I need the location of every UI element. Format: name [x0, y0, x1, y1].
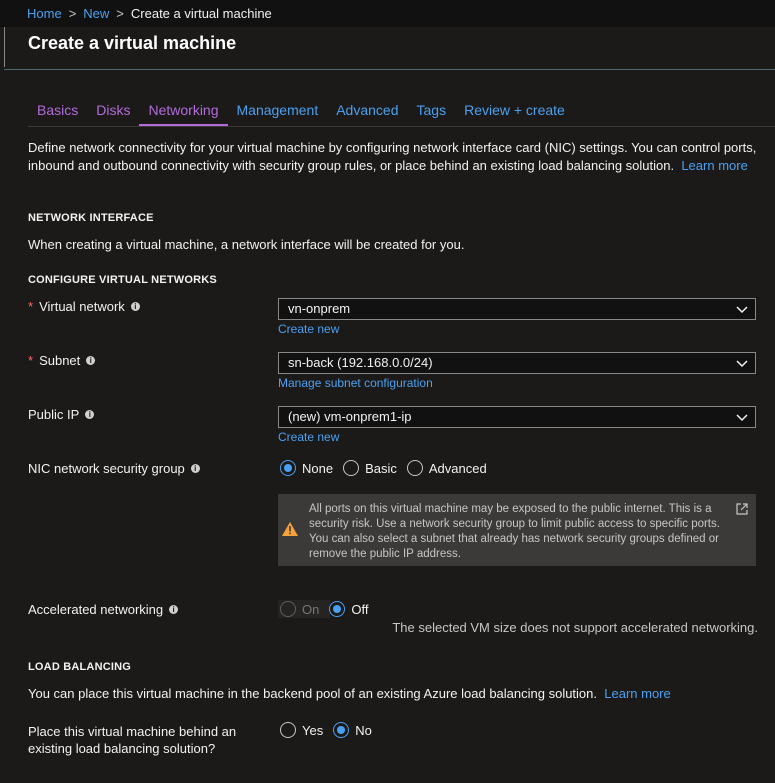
networking-description: Define network connectivity for your vir…	[28, 139, 763, 175]
virtual-network-dropdown[interactable]: vn-onprem	[278, 298, 756, 320]
nsg-radio-group: None Basic Advanced	[280, 460, 497, 476]
load-balancing-radio-group: Yes No	[280, 722, 382, 738]
nsg-option-label: Basic	[365, 460, 397, 476]
accelerated-networking-label: Accelerated networking i	[28, 602, 179, 617]
load-balancing-text-row: You can place this virtual machine in th…	[28, 686, 671, 701]
load-balancing-question-line2: existing load balancing solution?	[28, 741, 216, 756]
nsg-option-none[interactable]: None	[280, 460, 333, 476]
nsg-option-advanced[interactable]: Advanced	[406, 460, 487, 476]
load-balancing-option-label: Yes	[302, 722, 324, 738]
create-new-public-ip-link[interactable]: Create new	[278, 430, 339, 444]
security-warning-box: All ports on this virtual machine may be…	[278, 494, 756, 566]
virtual-network-label-text: Virtual network	[39, 299, 125, 314]
security-warning-text: All ports on this virtual machine may be…	[309, 503, 720, 560]
subnet-value: sn-back (192.168.0.0/24)	[288, 355, 433, 370]
breadcrumb-separator: >	[116, 6, 124, 21]
load-balancing-option-label: No	[355, 722, 372, 738]
public-ip-value: (new) vm-onprem1-ip	[288, 409, 412, 424]
manage-subnet-link[interactable]: Manage subnet configuration	[278, 376, 433, 390]
virtual-network-value: vn-onprem	[288, 301, 351, 316]
warning-icon	[282, 522, 298, 536]
virtual-network-label: * Virtual network i	[28, 299, 140, 314]
info-icon[interactable]: i	[85, 410, 95, 419]
radio-circle	[329, 601, 346, 617]
configure-vnets-heading: CONFIGURE VIRTUAL NETWORKS	[28, 274, 217, 286]
public-ip-label-text: Public IP	[28, 407, 80, 422]
info-icon[interactable]: i	[169, 605, 179, 614]
radio-circle	[343, 460, 360, 476]
radio-circle	[280, 722, 296, 738]
radio-circle	[406, 460, 423, 476]
breadcrumb-home-link[interactable]: Home	[27, 6, 62, 21]
radio-circle	[280, 460, 296, 476]
subnet-dropdown[interactable]: sn-back (192.168.0.0/24)	[278, 352, 756, 374]
public-ip-dropdown[interactable]: (new) vm-onprem1-ip	[278, 406, 756, 428]
tabs-divider	[28, 126, 775, 127]
nsg-option-label: Advanced	[428, 460, 487, 476]
page-title: Create a virtual machine	[28, 33, 237, 53]
tab-review-create[interactable]: Review + create	[455, 100, 574, 126]
wizard-tabs: Basics Disks Networking Management Advan…	[28, 100, 574, 126]
tab-tags[interactable]: Tags	[408, 100, 456, 126]
subnet-label-text: Subnet	[39, 353, 81, 368]
load-balancing-question: Place this virtual machine behind an exi…	[28, 723, 236, 757]
subnet-label: * Subnet i	[28, 353, 96, 368]
learn-more-link[interactable]: Learn more	[681, 158, 747, 173]
load-balancing-question-line1: Place this virtual machine behind an	[28, 724, 237, 739]
load-balancing-heading: LOAD BALANCING	[28, 661, 132, 673]
nsg-label: NIC network security group i	[28, 461, 200, 476]
nsg-label-text: NIC network security group	[28, 461, 185, 476]
breadcrumb-current: Create a virtual machine	[130, 6, 272, 21]
accelerated-radio-group: On Off	[280, 601, 378, 617]
accelerated-option-off[interactable]: Off	[329, 601, 368, 617]
public-ip-label: Public IP i	[28, 407, 95, 422]
accelerated-option-label: On	[302, 601, 320, 617]
tab-basics[interactable]: Basics	[28, 100, 87, 126]
tab-disks[interactable]: Disks	[87, 100, 139, 126]
accelerated-networking-label-text: Accelerated networking	[28, 602, 164, 617]
network-interface-heading: NETWORK INTERFACE	[28, 212, 154, 224]
chevron-down-icon	[736, 306, 748, 314]
tab-management[interactable]: Management	[228, 100, 328, 126]
chevron-down-icon	[736, 360, 748, 368]
blade-edge	[4, 27, 5, 67]
required-marker: *	[28, 353, 34, 368]
load-balancing-text: You can place this virtual machine in th…	[28, 686, 598, 701]
info-icon[interactable]: i	[86, 356, 96, 365]
breadcrumb: Home > New > Create a virtual machine	[27, 6, 272, 21]
description-text: Define network connectivity for your vir…	[28, 140, 757, 173]
nsg-option-label: None	[302, 460, 334, 476]
accelerated-option-label: Off	[351, 601, 369, 617]
radio-circle	[280, 601, 296, 617]
nsg-option-basic[interactable]: Basic	[343, 460, 397, 476]
accelerated-networking-note: The selected VM size does not support ac…	[392, 620, 758, 635]
tab-networking[interactable]: Networking	[139, 100, 228, 126]
load-balancing-option-no[interactable]: No	[333, 722, 372, 738]
load-balancing-option-yes[interactable]: Yes	[280, 722, 323, 738]
info-icon[interactable]: i	[130, 302, 140, 311]
external-link-icon[interactable]	[736, 503, 748, 515]
breadcrumb-bar: Home > New > Create a virtual machine	[0, 0, 775, 27]
breadcrumb-new-link[interactable]: New	[83, 6, 109, 21]
title-divider	[4, 69, 775, 70]
network-interface-text: When creating a virtual machine, a netwo…	[28, 237, 465, 252]
required-marker: *	[28, 299, 34, 314]
info-icon[interactable]: i	[190, 464, 200, 473]
radio-circle	[333, 722, 350, 738]
tab-advanced[interactable]: Advanced	[327, 100, 407, 126]
breadcrumb-separator: >	[68, 6, 77, 21]
accelerated-option-on: On	[280, 601, 319, 617]
create-new-vnet-link[interactable]: Create new	[278, 322, 339, 336]
load-balancing-learn-more-link[interactable]: Learn more	[604, 686, 670, 701]
chevron-down-icon	[736, 414, 748, 422]
